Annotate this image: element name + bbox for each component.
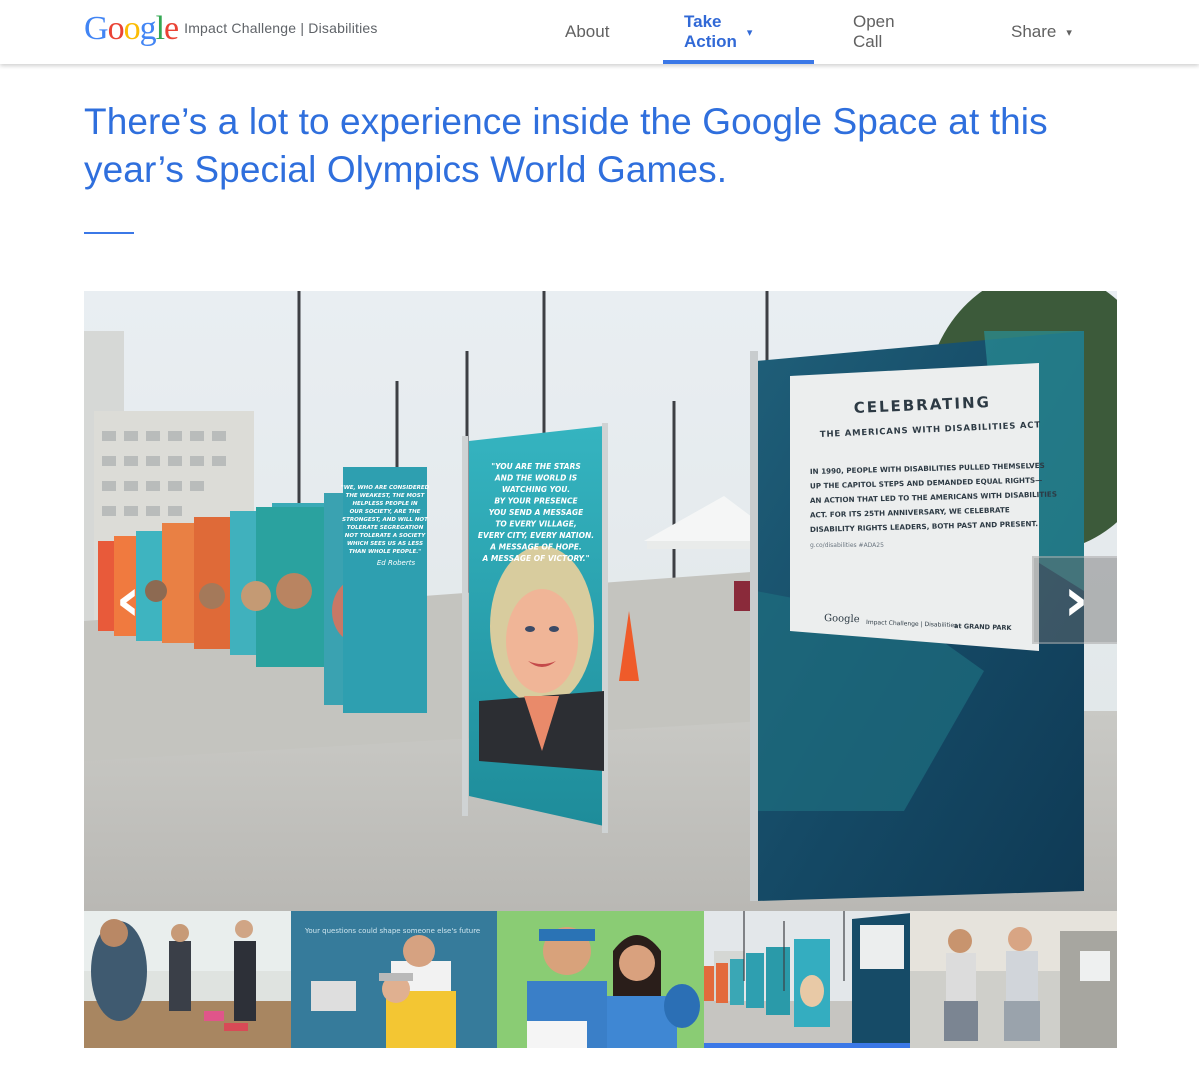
brand-subtitle: Impact Challenge | Disabilities xyxy=(184,20,378,36)
quote-line: A MESSAGE OF VICTORY." xyxy=(482,554,590,563)
quote-line: WHICH SEES US AS LESS xyxy=(347,541,423,547)
thumbnail-2[interactable]: Your questions could shape someone else'… xyxy=(290,911,498,1048)
quote-line: AND THE WORLD IS xyxy=(494,474,577,483)
quote-panel-2: "WE, WHO ARE CONSIDERED THE WEAKEST, THE … xyxy=(341,467,430,713)
quote-line: EVERY CITY, EVERY NATION. xyxy=(478,531,594,540)
quote-line: TOLERATE SEGREGATION xyxy=(347,525,424,531)
quote-line: BY YOUR PRESENCE xyxy=(494,497,578,506)
caret-down-icon: ▾ xyxy=(746,26,753,39)
carousel-thumbnails: Your questions could shape someone else'… xyxy=(84,911,1117,1048)
thumbnail-5[interactable] xyxy=(910,911,1117,1048)
quote-panel-1: "YOU ARE THE STARS AND THE WORLD IS WATCHI… xyxy=(462,423,608,833)
carousel-next-button[interactable]: › xyxy=(1032,556,1117,644)
image-carousel[interactable]: "WE, WHO ARE CONSIDERED THE WEAKEST, THE … xyxy=(84,291,1117,911)
carousel-slide-image: "WE, WHO ARE CONSIDERED THE WEAKEST, THE … xyxy=(84,291,1117,911)
headline-divider xyxy=(84,232,134,234)
quote-line: "WE, WHO ARE CONSIDERED xyxy=(341,485,430,491)
quote-line: OUR SOCIETY, ARE THE xyxy=(350,509,421,515)
nav-item-label: Share xyxy=(1011,22,1057,41)
thumbnail-caption: Your questions could shape someone else'… xyxy=(304,927,480,935)
logo-letter: G xyxy=(84,10,109,47)
panel-footer-brand: Google xyxy=(824,613,860,625)
nav-item-take-action[interactable]: Take Action ▾ xyxy=(684,0,752,64)
chevron-right-icon: › xyxy=(1063,565,1089,635)
quote-line: HELPLESS PEOPLE IN xyxy=(352,501,418,507)
quote-line: NOT TOLERATE A SOCIETY xyxy=(345,533,426,539)
quote-line: A MESSAGE OF HOPE. xyxy=(489,543,581,552)
nav-item-about[interactable]: About xyxy=(565,0,609,64)
logo-letter: g xyxy=(139,10,157,47)
quote-line: STRONGEST, AND WILL NOT xyxy=(342,517,429,523)
quote-line: "YOU ARE THE STARS xyxy=(491,462,581,471)
chevron-left-icon: ‹ xyxy=(115,565,141,635)
thumbnail-1[interactable] xyxy=(84,911,291,1048)
google-logo[interactable]: Google xyxy=(84,10,179,47)
thumbnail-4[interactable] xyxy=(703,911,911,1048)
quote-line: THAN WHOLE PEOPLE." xyxy=(349,549,421,555)
quote-line: TO EVERY VILLAGE, xyxy=(495,520,576,529)
nav-item-label: Open Call xyxy=(853,12,895,51)
logo-letter: e xyxy=(164,10,179,47)
nav-item-label: Take Action xyxy=(684,12,737,51)
carousel-prev-button[interactable]: ‹ xyxy=(84,556,172,644)
quote-line: WATCHING YOU. xyxy=(502,485,570,494)
quote-line: YOU SEND A MESSAGE xyxy=(489,508,584,517)
brand[interactable]: Google Impact Challenge | Disabilities xyxy=(84,11,378,47)
logo-letter: l xyxy=(155,10,166,47)
active-nav-indicator xyxy=(663,60,814,64)
quote-author: Ed Roberts xyxy=(377,559,416,567)
thumbnail-3[interactable] xyxy=(497,911,704,1048)
nav-item-open-call[interactable]: Open Call xyxy=(853,0,895,64)
logo-letter: o xyxy=(107,10,125,47)
site-header: Google Impact Challenge | Disabilities A… xyxy=(0,0,1199,64)
thumbnail-active-indicator xyxy=(703,1043,911,1048)
quote-line: THE WEAKEST, THE MOST xyxy=(346,493,426,499)
page-headline: There’s a lot to experience inside the G… xyxy=(84,101,1048,190)
nav-item-share[interactable]: Share ▾ xyxy=(1011,0,1072,64)
caret-down-icon: ▾ xyxy=(1066,26,1072,39)
logo-letter: o xyxy=(123,10,141,47)
nav-item-label: About xyxy=(565,22,610,41)
panel-link: g.co/disabilities #ADA25 xyxy=(810,542,884,549)
